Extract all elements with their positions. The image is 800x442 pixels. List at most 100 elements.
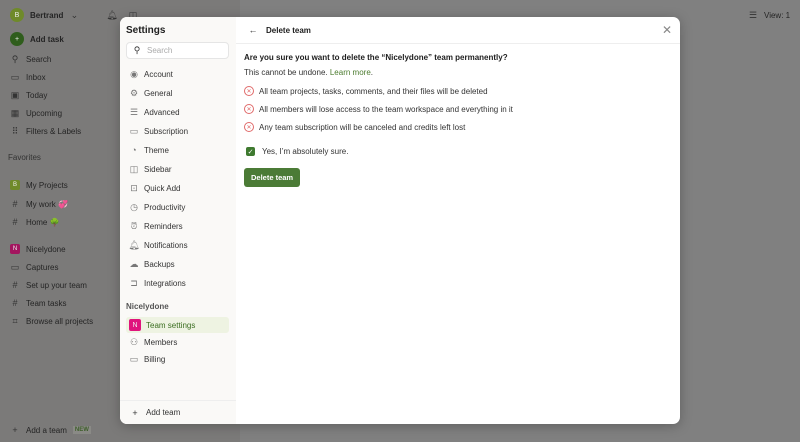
warning-text: Any team subscription will be canceled a…	[259, 122, 466, 132]
team-item-browse[interactable]: ⌗ Browse all projects	[10, 316, 93, 326]
favorite-home[interactable]: # Home 🌳	[10, 217, 60, 227]
favorite-label: Home 🌳	[26, 217, 60, 227]
settings-item-label: Productivity	[144, 202, 186, 212]
add-team-label: Add team	[146, 408, 181, 417]
settings-item-notifications[interactable]: 🔔︎ Notifications	[126, 237, 229, 253]
settings-item-quick-add[interactable]: ⊡ Quick Add	[126, 180, 229, 196]
settings-title: Settings	[126, 25, 166, 36]
add-team-link[interactable]: + Add a team NEW	[10, 425, 91, 435]
confirm-label: Yes, I’m absolutely sure.	[262, 147, 349, 156]
settings-item-team-settings[interactable]: N Team settings	[126, 317, 229, 333]
settings-item-label: Sidebar	[144, 164, 172, 174]
team-item-captures[interactable]: ▭ Captures	[10, 262, 59, 272]
warning-text: All team projects, tasks, comments, and …	[259, 86, 488, 96]
settings-item-advanced[interactable]: ☰ Advanced	[126, 104, 229, 120]
settings-item-backups[interactable]: ☁ Backups	[126, 256, 229, 272]
settings-item-label: Notifications	[144, 240, 188, 250]
bell-icon[interactable]: 🔔︎	[106, 10, 117, 20]
hash-icon: #	[12, 199, 18, 209]
project-badge: B	[10, 180, 20, 190]
settings-item-integrations[interactable]: ⊐ Integrations	[126, 275, 229, 291]
x-circle-icon: ✕	[244, 122, 254, 132]
nav-upcoming[interactable]: ▦ Upcoming	[10, 108, 62, 118]
team-item-tasks[interactable]: # Team tasks	[10, 298, 66, 308]
settings-item-label: Quick Add	[144, 183, 181, 193]
settings-item-general[interactable]: ⚙ General	[126, 85, 229, 101]
nav-label: Search	[26, 54, 52, 64]
settings-item-label: Account	[144, 69, 173, 79]
add-team-button[interactable]: + Add team	[120, 400, 236, 424]
user-avatar: B	[10, 8, 24, 22]
hash-icon: #	[12, 280, 18, 290]
nav-label: Today	[26, 90, 48, 100]
settings-search-input[interactable]: ⚲ Search	[126, 42, 229, 59]
wallet-icon: ▭	[129, 125, 139, 136]
settings-item-sidebar[interactable]: ◫ Sidebar	[126, 161, 229, 177]
nav-today[interactable]: ▣ Today	[10, 89, 48, 100]
sliders-icon: ☰	[129, 106, 139, 117]
view-label: View: 1	[764, 10, 791, 20]
confirm-checkbox[interactable]: ✓ Yes, I’m absolutely sure.	[246, 147, 672, 156]
settings-item-account[interactable]: ◉ Account	[126, 66, 229, 82]
quick-add-icon: ⊡	[130, 182, 138, 193]
settings-item-productivity[interactable]: ◷ Productivity	[126, 199, 229, 215]
account-icon: ◉	[130, 68, 138, 79]
cloud-icon: ☁	[129, 258, 139, 269]
team-badge: N	[10, 244, 20, 254]
x-circle-icon: ✕	[244, 86, 254, 96]
nav-label: Upcoming	[26, 108, 63, 118]
user-menu[interactable]: B Bertrand ⌄	[10, 8, 79, 22]
view-button[interactable]: ☰ View: 1	[748, 10, 790, 20]
warning-item: ✕ All members will lose access to the tea…	[244, 104, 672, 114]
sliders-icon: ☰	[748, 9, 758, 20]
checkmark-icon: ✓	[246, 147, 255, 156]
delete-team-panel: ← Delete team ✕ Are you sure you want to…	[236, 17, 680, 424]
team-nicelydone[interactable]: N Nicelydone	[10, 244, 66, 254]
favorite-my-projects[interactable]: B My Projects	[10, 180, 68, 190]
team-badge: N	[129, 319, 141, 331]
settings-item-label: Theme	[144, 145, 169, 155]
new-badge: NEW	[72, 426, 91, 434]
settings-item-label: Integrations	[144, 278, 186, 288]
x-circle-icon: ✕	[244, 104, 254, 114]
settings-item-theme[interactable]: ◔ Theme	[126, 142, 229, 158]
team-item-label: Captures	[26, 262, 59, 272]
user-name: Bertrand	[30, 10, 64, 20]
team-item-setup[interactable]: # Set up your team	[10, 280, 86, 290]
settings-item-billing[interactable]: ▭ Billing	[126, 351, 229, 367]
settings-item-label: Members	[144, 337, 178, 347]
settings-item-label: Billing	[144, 354, 166, 364]
nav-search[interactable]: ⚲ Search	[10, 54, 52, 64]
team-item-label: Team tasks	[26, 298, 67, 308]
wallet-icon: ▭	[129, 353, 139, 364]
back-arrow-icon[interactable]: ←	[248, 25, 258, 35]
members-icon: ⚇	[129, 336, 139, 347]
favorite-my-work[interactable]: # My work 💞	[10, 199, 67, 209]
warning-item: ✕ Any team subscription will be canceled …	[244, 122, 672, 132]
learn-more-link[interactable]: Learn more	[330, 68, 371, 77]
settings-item-members[interactable]: ⚇ Members	[126, 334, 229, 350]
team-label: Nicelydone	[26, 244, 66, 254]
search-placeholder: Search	[147, 46, 173, 55]
warning-item: ✕ All team projects, tasks, comments, and…	[244, 86, 672, 96]
delete-team-button[interactable]: Delete team	[244, 168, 301, 187]
settings-item-label: General	[144, 88, 173, 98]
hash-icon: #	[12, 298, 18, 308]
close-icon[interactable]: ✕	[662, 23, 672, 37]
settings-item-subscription[interactable]: ▭ Subscription	[126, 123, 229, 139]
settings-item-label: Advanced	[144, 107, 180, 117]
settings-item-reminders[interactable]: ⏰︎ Reminders	[126, 218, 229, 234]
team-item-label: Browse all projects	[26, 316, 94, 326]
add-task-button[interactable]: + Add task	[10, 32, 64, 46]
nav-filters[interactable]: ⠿ Filters & Labels	[10, 126, 81, 136]
calendar-grid-icon: ▦	[10, 107, 20, 118]
plus-icon: +	[132, 407, 138, 418]
nav-inbox[interactable]: ▭ Inbox	[10, 72, 46, 82]
panel-header: ← Delete team	[236, 17, 680, 44]
settings-item-label: Reminders	[144, 221, 183, 231]
add-team-label: Add a team	[26, 425, 67, 435]
palette-icon: ◔	[131, 145, 137, 155]
settings-item-label: Team settings	[146, 320, 196, 330]
calendar-icon: ▣	[10, 89, 20, 100]
gear-icon: ⚙	[129, 87, 139, 98]
